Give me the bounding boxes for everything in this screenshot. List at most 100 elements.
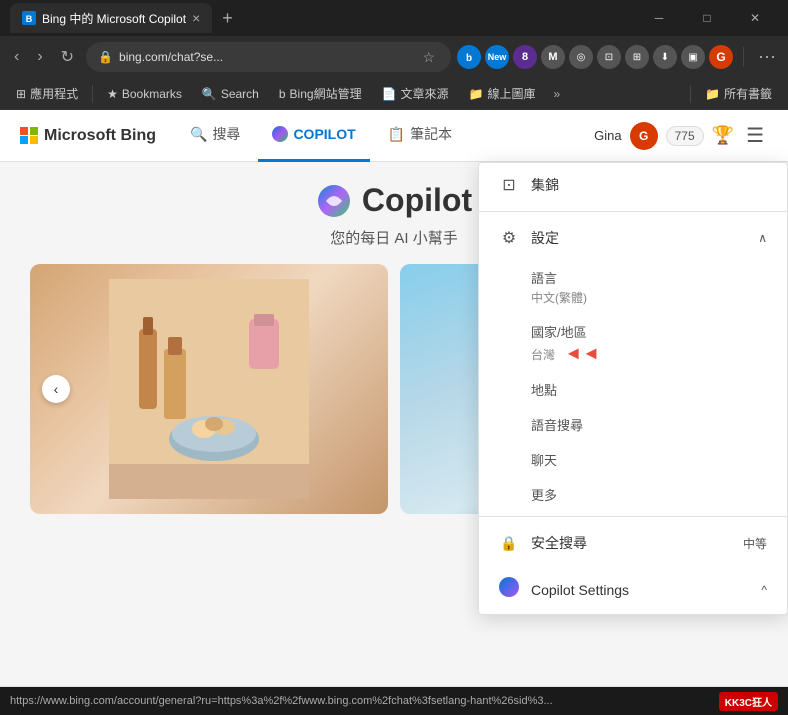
menu-item-collections[interactable]: ⊡ 集錦 — [479, 163, 787, 207]
settings-submenu: 語言 中文(繁體) 國家/地區 台灣 ◄◄ 地點 語音搜尋 — [479, 260, 787, 512]
menu-safe-search-label: 安全搜尋 — [531, 533, 587, 553]
chat-bar: 🤖 ⊕ 📎 — [0, 686, 788, 687]
red-arrow-indicator: ◄◄ — [564, 343, 600, 364]
bookmarks-bar: ⊞ 應用程式 ★ Bookmarks 🔍 Search b Bing網站管理 📄… — [0, 78, 788, 110]
user-avatar[interactable]: G — [630, 122, 658, 150]
kitchen-image — [30, 264, 388, 514]
bookmark-bookmarks[interactable]: ★ Bookmarks — [99, 84, 190, 104]
tab-close-btn[interactable]: × — [192, 10, 200, 26]
reload-button[interactable]: ↻ — [55, 43, 80, 71]
ms-blue-sq — [20, 136, 28, 144]
menu-item-settings[interactable]: ⚙ 設定 ∧ — [479, 216, 787, 260]
url-box[interactable]: 🔒 bing.com/chat?se... ☆ — [86, 42, 451, 72]
status-bar: https://www.bing.com/account/general?ru=… — [0, 687, 788, 715]
gallery-icon: 📁 — [469, 87, 484, 101]
status-url-text: https://www.bing.com/account/general?ru=… — [10, 695, 715, 707]
bookmark-gallery[interactable]: 📁 線上圖庫 — [461, 82, 544, 105]
submenu-more[interactable]: 更多 — [479, 477, 787, 512]
bookmark-bing-admin[interactable]: b Bing網站管理 — [271, 82, 370, 105]
region-label: 國家/地區 — [531, 322, 767, 341]
forward-button[interactable]: › — [31, 44, 48, 70]
language-value: 中文(繁體) — [531, 289, 767, 306]
more-label: 更多 — [531, 485, 767, 504]
bookmark-apps[interactable]: ⊞ 應用程式 — [8, 82, 86, 105]
ext-bing-icon[interactable]: b — [457, 45, 481, 69]
submenu-language[interactable]: 語言 中文(繁體) — [479, 260, 787, 314]
ext-download-icon[interactable]: ⬇ — [653, 45, 677, 69]
copilot-settings-icon — [499, 577, 519, 602]
nav-copilot-label: COPILOT — [293, 126, 355, 142]
title-bar: B Bing 中的 Microsoft Copilot × + ─ □ ✕ — [0, 0, 788, 36]
ext-new-icon[interactable]: New — [485, 45, 509, 69]
avatar-letter: G — [639, 129, 648, 143]
active-tab[interactable]: B Bing 中的 Microsoft Copilot × — [10, 3, 212, 33]
bookmark-bookmarks-label: Bookmarks — [122, 87, 182, 101]
menu-collections-label: 集錦 — [531, 175, 559, 195]
submenu-region[interactable]: 國家/地區 台灣 ◄◄ — [479, 314, 787, 372]
ext-tablet-icon[interactable]: ▣ — [681, 45, 705, 69]
dropdown-menu: ⊡ 集錦 ⚙ 設定 ∧ 語言 中文(繁體) 國家/地區 — [478, 162, 788, 615]
menu-divider-2 — [479, 516, 787, 517]
bookmarks-right: 📁 所有書籤 — [688, 82, 780, 105]
browser-menu-button[interactable]: ⋯ — [754, 43, 780, 72]
address-bar: ‹ › ↻ 🔒 bing.com/chat?se... ☆ b New 8 M … — [0, 36, 788, 78]
menu-settings-label: 設定 — [531, 228, 559, 248]
bing-logo-text: Microsoft Bing — [44, 127, 156, 145]
extension-icons: b New 8 M ◎ ⊡ ⊞ ⬇ ▣ — [457, 45, 733, 69]
bookmark-search[interactable]: 🔍 Search — [194, 84, 267, 104]
submenu-chat[interactable]: 聊天 — [479, 442, 787, 477]
nav-search[interactable]: 🔍 搜尋 — [176, 110, 254, 162]
bing-logo[interactable]: Microsoft Bing — [20, 127, 156, 145]
copilot-logo-icon — [316, 183, 352, 219]
bk-divider-2 — [690, 85, 691, 103]
star-button[interactable]: ☆ — [418, 47, 439, 68]
tab-bar: B Bing 中的 Microsoft Copilot × + — [10, 3, 636, 33]
bookmark-all[interactable]: 📁 所有書籤 — [697, 82, 780, 105]
bk-divider-1 — [92, 85, 93, 103]
settings-expand-icon: ∧ — [758, 231, 767, 245]
minimize-button[interactable]: ─ — [636, 3, 682, 33]
bookmark-gallery-label: 線上圖庫 — [488, 85, 536, 102]
page-content: Microsoft Bing 🔍 搜尋 COPILOT 📋 筆記本 — [0, 110, 788, 687]
new-tab-button[interactable]: + — [216, 6, 239, 31]
url-text: bing.com/chat?se... — [119, 50, 412, 64]
ext-box-icon[interactable]: ⊡ — [597, 45, 621, 69]
copilot-color-icon — [499, 577, 519, 597]
settings-icon: ⚙ — [499, 228, 519, 248]
menu-copilot-settings-label: Copilot Settings — [531, 582, 629, 598]
prev-image-button[interactable]: ‹ — [42, 375, 70, 403]
nav-copilot[interactable]: COPILOT — [258, 110, 369, 162]
nav-notebook-label: 筆記本 — [410, 124, 452, 144]
maximize-button[interactable]: □ — [684, 3, 730, 33]
submenu-voice-search[interactable]: 語音搜尋 — [479, 407, 787, 442]
star-icon: ★ — [107, 87, 118, 101]
bookmarks-overflow[interactable]: » — [548, 84, 567, 104]
bookmark-articles[interactable]: 📄 文章來源 — [374, 82, 457, 105]
points-badge: 775 — [666, 126, 704, 146]
nav-notebook[interactable]: 📋 筆記本 — [374, 110, 466, 162]
bookmark-all-label: 所有書籤 — [724, 85, 772, 102]
collections-icon: ⊡ — [499, 175, 519, 195]
user-name: Gina — [594, 128, 621, 143]
ms-red-sq — [20, 127, 28, 135]
close-button[interactable]: ✕ — [732, 3, 778, 33]
toolbar-divider — [743, 47, 744, 67]
ext-grid-icon[interactable]: ⊞ — [625, 45, 649, 69]
menu-item-safe-search[interactable]: 🔒 安全搜尋 中等 — [479, 521, 787, 565]
back-button[interactable]: ‹ — [8, 44, 25, 70]
submenu-location[interactable]: 地點 — [479, 372, 787, 407]
bing-nav: 🔍 搜尋 COPILOT 📋 筆記本 — [176, 110, 594, 162]
copilot-page-title: Copilot — [362, 182, 472, 219]
ext-purple-icon[interactable]: 8 — [513, 45, 537, 69]
svg-text:b: b — [466, 53, 472, 64]
hamburger-menu-button[interactable]: ☰ — [742, 119, 768, 152]
ext-m-icon[interactable]: M — [541, 45, 565, 69]
trophy-icon[interactable]: 🏆 — [712, 125, 734, 146]
ext-orange-icon[interactable]: G — [709, 45, 733, 69]
ext-circle-icon[interactable]: ◎ — [569, 45, 593, 69]
watermark-badge: KK3C狂人 — [719, 692, 778, 711]
voice-search-label: 語音搜尋 — [531, 415, 767, 434]
menu-item-copilot-settings[interactable]: Copilot Settings ^ — [479, 565, 787, 614]
copilot-nav-icon — [272, 126, 288, 142]
browser-chrome: B Bing 中的 Microsoft Copilot × + ─ □ ✕ ‹ … — [0, 0, 788, 715]
